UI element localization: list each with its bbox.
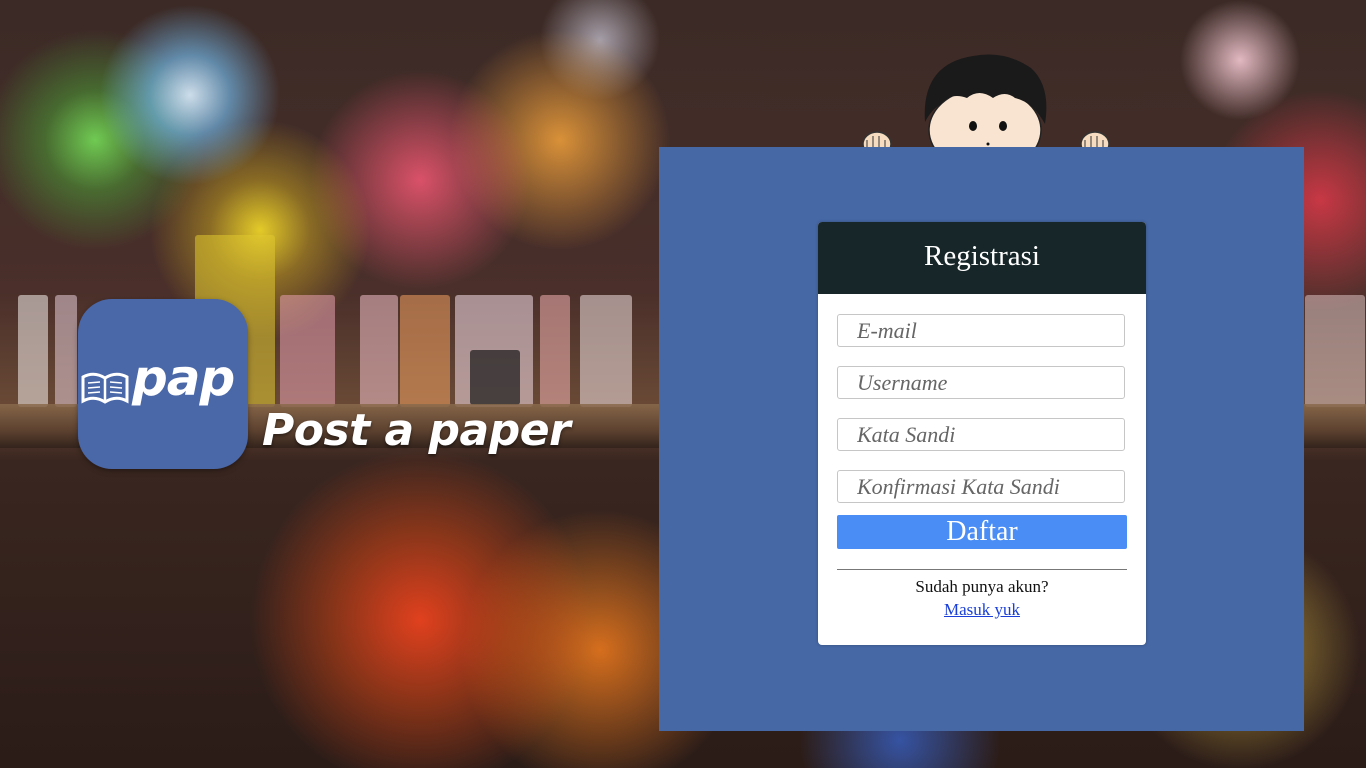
peeking-boy-mascot — [862, 54, 1110, 152]
logo-wordmark: pap — [132, 349, 235, 407]
have-account-text: Sudah punya akun? — [915, 577, 1049, 596]
password-input[interactable] — [837, 418, 1125, 451]
username-input[interactable] — [837, 366, 1125, 399]
open-book-icon — [81, 372, 129, 404]
confirm-password-input[interactable] — [837, 470, 1125, 503]
divider — [837, 569, 1127, 570]
register-card: Registrasi Daftar Sudah punya akun? Masu… — [818, 222, 1146, 645]
login-link[interactable]: Masuk yuk — [944, 600, 1020, 619]
register-title: Registrasi — [818, 222, 1146, 294]
register-button[interactable]: Daftar — [837, 515, 1127, 549]
login-link-wrapper: Masuk yuk — [818, 600, 1146, 620]
email-input[interactable] — [837, 314, 1125, 347]
tagline: Post a paper — [262, 405, 571, 456]
pap-logo: pap — [78, 299, 248, 469]
